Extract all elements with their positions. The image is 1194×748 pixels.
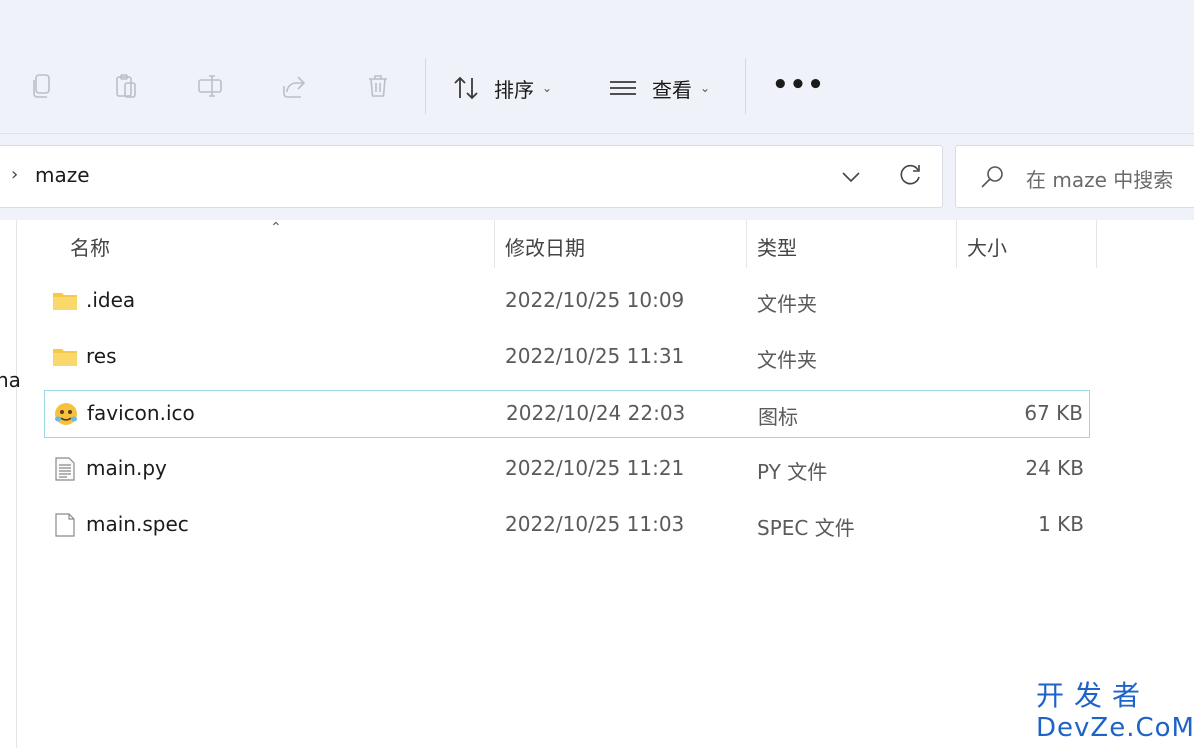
sort-ascending-icon: ⌃ [270, 220, 282, 236]
emoji-ico-icon [55, 403, 77, 425]
delete-icon[interactable] [360, 68, 396, 104]
sort-label: 排序 [494, 77, 534, 102]
list-view-icon [610, 81, 636, 95]
file-size: 24 KB [1025, 456, 1084, 480]
chevron-down-icon: ⌄ [542, 81, 553, 95]
paste-icon[interactable] [108, 68, 144, 104]
blank-file-icon [55, 513, 75, 537]
breadcrumb-maze[interactable]: maze [35, 163, 90, 187]
watermark-line2: DevZe.CoM [1036, 713, 1194, 743]
sort-icon [454, 76, 478, 100]
file-type: 文件夹 [757, 292, 817, 316]
refresh-icon[interactable] [897, 161, 925, 189]
breadcrumb-separator-icon[interactable]: › [11, 164, 18, 185]
column-header-date[interactable]: 修改日期 [505, 232, 585, 266]
column-divider[interactable] [1096, 220, 1097, 268]
file-date: 2022/10/25 11:21 [505, 456, 685, 480]
address-bar[interactable]: › maze [0, 145, 943, 208]
toolbar-separator [745, 58, 746, 114]
file-name: favicon.ico [87, 401, 195, 425]
copy-icon[interactable] [24, 68, 60, 104]
file-name: res [86, 344, 117, 368]
file-row-main-spec[interactable]: main.spec 2022/10/25 11:03 SPEC 文件 1 KB [44, 502, 1090, 550]
toolbar-separator [425, 58, 426, 114]
file-name: main.spec [86, 512, 189, 536]
file-type: SPEC 文件 [757, 516, 855, 540]
chevron-down-icon: ⌄ [700, 81, 711, 95]
file-row-idea[interactable]: .idea 2022/10/25 10:09 文件夹 [44, 278, 1090, 326]
folder-icon [53, 349, 77, 366]
file-row-res[interactable]: res 2022/10/25 11:31 文件夹 [44, 334, 1090, 382]
nav-pane-item[interactable]: na [0, 368, 21, 392]
watermark-line1: 开发者 [1036, 679, 1151, 712]
file-date: 2022/10/25 11:03 [505, 512, 685, 536]
file-date: 2022/10/25 11:31 [505, 344, 685, 368]
view-menu-button[interactable]: 查看 ⌄ [608, 68, 710, 108]
command-bar: 排序 ⌄ 查看 ⌄ ••• [0, 0, 1194, 134]
column-header-name[interactable]: 名称 [70, 232, 110, 266]
chevron-down-icon[interactable] [837, 163, 865, 191]
sort-menu-button[interactable]: 排序 ⌄ [452, 68, 552, 108]
file-row-favicon[interactable]: favicon.ico 2022/10/24 22:03 图标 67 KB [44, 390, 1090, 438]
search-input[interactable]: 在 maze 中搜索 [955, 145, 1194, 208]
view-label: 查看 [652, 77, 692, 102]
address-row: › maze 在 maze 中搜索 [0, 134, 1194, 220]
file-date: 2022/10/24 22:03 [506, 401, 686, 425]
file-type: PY 文件 [757, 460, 828, 484]
column-header-size[interactable]: 大小 [967, 232, 1007, 266]
file-date: 2022/10/25 10:09 [505, 288, 685, 312]
more-options-button[interactable]: ••• [772, 70, 825, 100]
search-placeholder: 在 maze 中搜索 [1026, 168, 1174, 192]
folder-icon [53, 293, 77, 310]
share-icon[interactable] [276, 68, 312, 104]
file-name: main.py [86, 456, 167, 480]
search-icon [981, 166, 1003, 188]
file-list-pane: na ⌃ 名称 修改日期 类型 大小 .idea 2022/10/25 10:0… [0, 220, 1194, 748]
file-name: .idea [86, 288, 136, 312]
file-size: 1 KB [1038, 512, 1084, 536]
column-header-type[interactable]: 类型 [757, 232, 797, 266]
watermark-logo: 开发者 DevZe.CoM [1036, 680, 1194, 748]
text-file-icon [55, 457, 75, 481]
column-divider[interactable] [746, 220, 747, 268]
rename-icon[interactable] [192, 68, 228, 104]
file-type: 图标 [758, 405, 798, 429]
file-row-main-py[interactable]: main.py 2022/10/25 11:21 PY 文件 24 KB [44, 446, 1090, 494]
nav-pane-divider[interactable] [16, 220, 17, 748]
file-size: 67 KB [1024, 401, 1083, 425]
column-divider[interactable] [956, 220, 957, 268]
file-type: 文件夹 [757, 348, 817, 372]
column-divider[interactable] [494, 220, 495, 268]
